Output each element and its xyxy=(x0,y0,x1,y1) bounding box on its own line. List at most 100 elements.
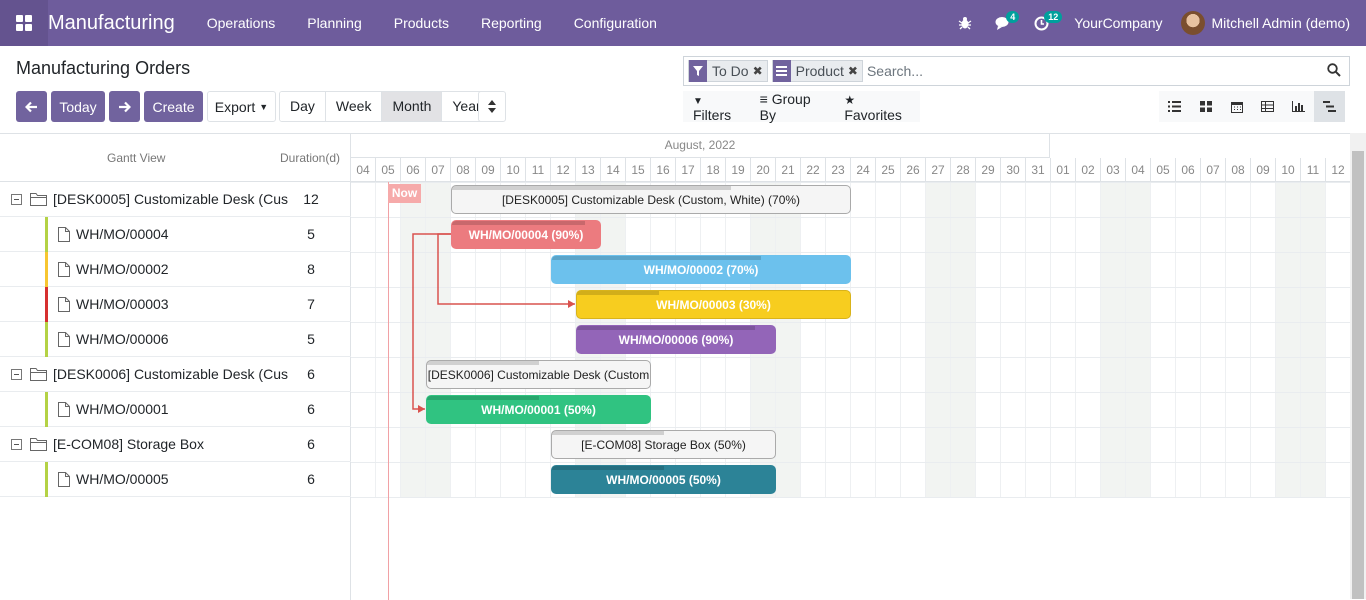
menu-planning[interactable]: Planning xyxy=(291,0,378,46)
row-name: WH/MO/00002 xyxy=(76,261,291,277)
row-duration: 12 xyxy=(291,191,351,207)
activities-clock-icon[interactable]: 12 xyxy=(1022,0,1060,46)
company-switcher[interactable]: YourCompany xyxy=(1060,15,1180,31)
row-duration: 6 xyxy=(291,401,351,417)
search-options-bar: ▼ Filters ≡ Group By ★ Favorites xyxy=(683,91,920,122)
gantt-record-row[interactable]: WH/MO/000056 xyxy=(0,462,351,497)
search-bar[interactable]: To Do ✖ Product ✖ Search... xyxy=(683,56,1350,86)
facet-product-remove-icon[interactable]: ✖ xyxy=(848,64,862,78)
app-brand[interactable]: Manufacturing xyxy=(48,12,175,35)
gantt-pill[interactable]: [DESK0005] Customizable Desk (Custom, Wh… xyxy=(451,185,851,214)
row-name: [E-COM08] Storage Box xyxy=(53,436,291,452)
scale-week-button[interactable]: Week xyxy=(326,92,383,121)
user-avatar xyxy=(1181,11,1205,35)
gantt-pill[interactable]: WH/MO/00006 (90%) xyxy=(576,325,776,354)
file-icon xyxy=(58,227,70,242)
gantt-row-headers: Gantt View Duration(d) [DESK0005] Custom… xyxy=(0,134,351,600)
expand-collapse-button[interactable] xyxy=(478,91,506,122)
favorites-dropdown[interactable]: ★ Favorites xyxy=(834,91,920,123)
gantt-chart: Gantt View Duration(d) [DESK0005] Custom… xyxy=(0,133,1350,599)
state-color-bar xyxy=(45,217,48,252)
pivot-view-icon[interactable] xyxy=(1252,91,1283,122)
gantt-record-row[interactable]: WH/MO/000028 xyxy=(0,252,351,287)
state-color-bar xyxy=(45,287,48,322)
search-icon[interactable] xyxy=(1327,63,1343,79)
progress-indicator xyxy=(427,361,539,365)
progress-indicator xyxy=(452,221,585,225)
now-line xyxy=(388,182,389,600)
apps-menu-button[interactable] xyxy=(0,0,48,46)
today-button[interactable]: Today xyxy=(51,91,105,122)
collapse-toggle-icon[interactable] xyxy=(11,194,22,205)
gantt-pill[interactable]: WH/MO/00003 (30%) xyxy=(576,290,851,319)
folder-open-icon xyxy=(30,367,48,381)
menu-configuration[interactable]: Configuration xyxy=(558,0,673,46)
next-period-button[interactable] xyxy=(109,91,140,122)
menu-products[interactable]: Products xyxy=(378,0,465,46)
gantt-group-row[interactable]: [DESK0005] Customizable Desk (Cus12 xyxy=(0,182,351,217)
user-menu[interactable]: Mitchell Admin (demo) xyxy=(1181,11,1366,35)
activities-badge: 12 xyxy=(1044,11,1062,23)
menu-reporting[interactable]: Reporting xyxy=(465,0,558,46)
gantt-group-row[interactable]: [E-COM08] Storage Box6 xyxy=(0,427,351,462)
facet-todo-remove-icon[interactable]: ✖ xyxy=(753,64,767,78)
state-color-bar xyxy=(45,322,48,357)
create-button[interactable]: Create xyxy=(144,91,203,122)
menu-operations[interactable]: Operations xyxy=(191,0,291,46)
row-duration: 7 xyxy=(291,296,351,312)
scale-day-button[interactable]: Day xyxy=(280,92,326,121)
gantt-view-icon[interactable] xyxy=(1314,91,1345,122)
gantt-record-row[interactable]: WH/MO/000045 xyxy=(0,217,351,252)
pill-label: WH/MO/00003 (30%) xyxy=(656,298,771,312)
graph-view-icon[interactable] xyxy=(1283,91,1314,122)
view-switcher xyxy=(1159,91,1345,122)
gantt-timeline: August, 2022 040506070809101112131415161… xyxy=(351,134,1350,600)
filters-label: Filters xyxy=(693,107,731,123)
gantt-pill[interactable]: [E-COM08] Storage Box (50%) xyxy=(551,430,776,459)
scrollbar-thumb[interactable] xyxy=(1352,151,1364,599)
messages-icon[interactable]: 4 xyxy=(984,0,1022,46)
row-name: [DESK0005] Customizable Desk (Cus xyxy=(53,191,291,207)
row-duration: 6 xyxy=(291,366,351,382)
gantt-pill[interactable]: [DESK0006] Customizable Desk (Custom xyxy=(426,360,651,389)
scale-switcher: Day Week Month Year xyxy=(279,91,492,122)
pill-label: [DESK0005] Customizable Desk (Custom, Wh… xyxy=(502,193,800,207)
now-tag: Now xyxy=(388,184,421,203)
progress-indicator xyxy=(552,431,664,435)
gantt-pill[interactable]: WH/MO/00002 (70%) xyxy=(551,255,851,284)
collapse-toggle-icon[interactable] xyxy=(11,439,22,450)
gantt-left-header: Gantt View Duration(d) xyxy=(0,134,351,182)
calendar-view-icon[interactable] xyxy=(1221,91,1252,122)
scale-month-button[interactable]: Month xyxy=(382,92,442,121)
export-button[interactable]: Export ▼ xyxy=(207,91,276,122)
filters-dropdown[interactable]: ▼ Filters xyxy=(683,91,750,123)
collapse-toggle-icon[interactable] xyxy=(11,369,22,380)
gantt-record-row[interactable]: WH/MO/000065 xyxy=(0,322,351,357)
file-icon xyxy=(58,332,70,347)
row-duration: 5 xyxy=(291,331,351,347)
kanban-view-icon[interactable] xyxy=(1190,91,1221,122)
row-duration: 6 xyxy=(291,471,351,487)
list-view-icon[interactable] xyxy=(1159,91,1190,122)
progress-indicator xyxy=(452,186,731,190)
row-name: [DESK0006] Customizable Desk (Cus xyxy=(53,366,291,382)
filter-funnel-icon: ▼ xyxy=(693,96,703,107)
previous-period-button[interactable] xyxy=(16,91,47,122)
gantt-pill[interactable]: WH/MO/00005 (50%) xyxy=(551,465,776,494)
gantt-group-row[interactable]: [DESK0006] Customizable Desk (Cus6 xyxy=(0,357,351,392)
search-input[interactable]: Search... xyxy=(867,63,923,79)
vertical-scrollbar[interactable] xyxy=(1350,133,1366,599)
state-color-bar xyxy=(45,462,48,497)
gantt-record-row[interactable]: WH/MO/000037 xyxy=(0,287,351,322)
gantt-pill[interactable]: WH/MO/00001 (50%) xyxy=(426,395,651,424)
group-by-dropdown[interactable]: ≡ Group By xyxy=(750,91,835,123)
pill-label: WH/MO/00001 (50%) xyxy=(481,403,596,417)
gantt-pill[interactable]: WH/MO/00004 (90%) xyxy=(451,220,601,249)
pill-label: WH/MO/00005 (50%) xyxy=(606,473,721,487)
pill-label: [E-COM08] Storage Box (50%) xyxy=(581,438,746,452)
messages-badge: 4 xyxy=(1006,11,1019,23)
debug-bug-icon[interactable] xyxy=(946,0,984,46)
group-bars-icon xyxy=(773,60,791,82)
gantt-record-row[interactable]: WH/MO/000016 xyxy=(0,392,351,427)
filter-funnel-icon xyxy=(689,60,707,82)
